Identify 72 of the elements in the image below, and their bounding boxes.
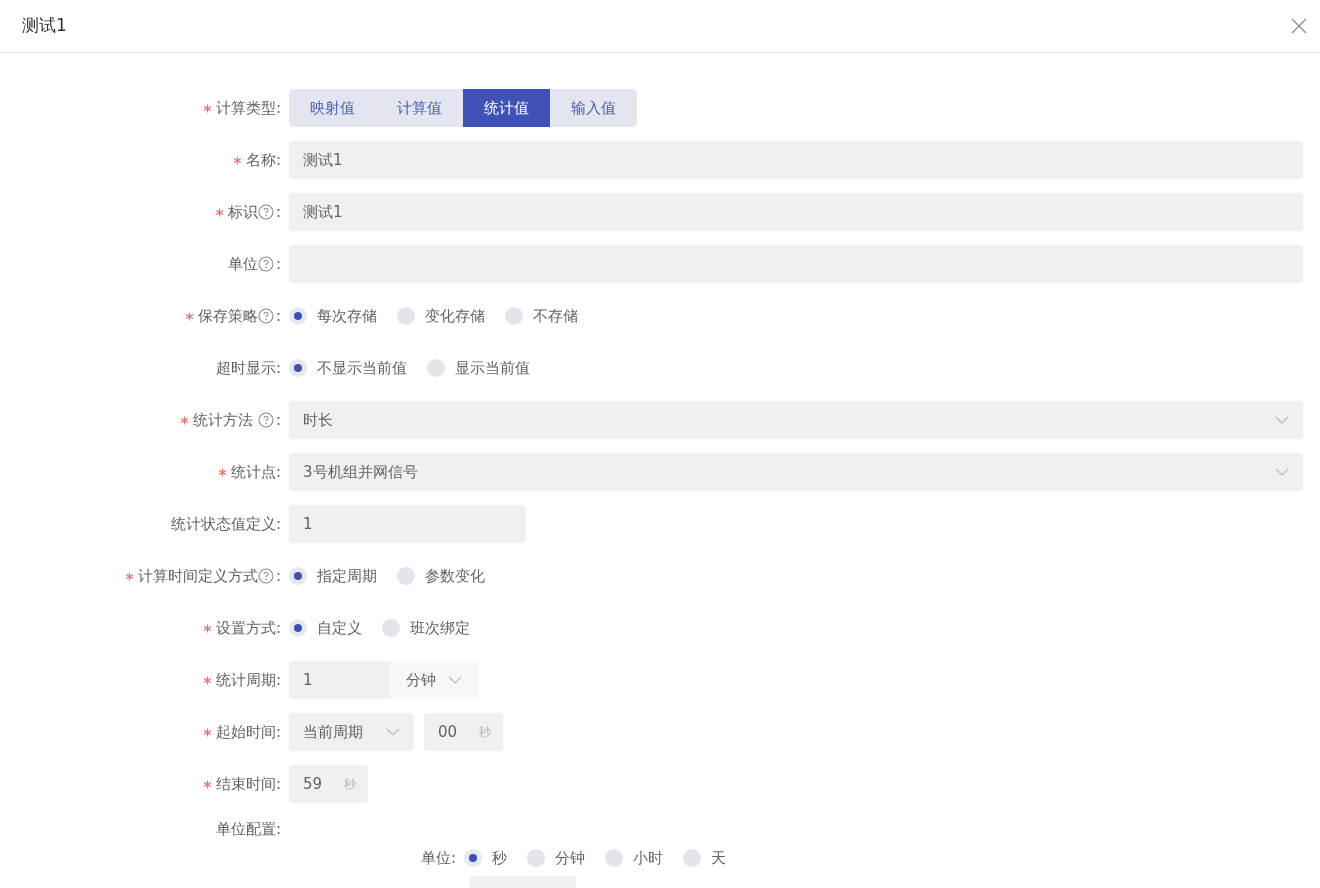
radio-button[interactable] [683,849,702,868]
label-colon: : [275,565,281,587]
radio-label[interactable]: 班次绑定 [410,616,470,640]
field-label: 名称: [245,149,281,171]
field-label: 单位配置: [215,819,281,840]
unit-label: 单位: [421,848,457,869]
chevron-down-icon [1275,468,1289,476]
input-field[interactable]: 测试1 [289,141,1303,179]
input-field[interactable]: 1 [289,661,389,699]
select-field[interactable]: 时长 [289,401,1303,439]
seconds-input[interactable]: 00 秒 [424,713,503,751]
radio-label[interactable]: 显示当前值 [455,356,530,380]
radio-label[interactable]: 小时 [633,847,664,870]
close-icon[interactable] [1291,18,1307,34]
radio-button[interactable] [397,307,415,325]
label-colon: : [275,305,281,327]
radio-label[interactable]: 自定义 [317,616,362,640]
dialog-title: 测试1 [22,14,67,38]
radio-button[interactable] [382,619,400,637]
radio-button[interactable] [427,359,445,377]
segment-tab[interactable]: 映射值 [289,89,376,127]
select-field[interactable]: 当前周期 [289,713,414,751]
chevron-down-icon [448,676,462,684]
radio-button[interactable] [397,567,415,585]
segment-tab[interactable]: 计算值 [376,89,463,127]
segment-tab[interactable]: 输入值 [550,89,637,127]
chevron-down-icon [1275,416,1289,424]
field-label: 超时显示: [215,357,281,379]
field-label: 结束时间: [215,773,281,795]
field-label: 计算时间定义方式 [137,565,258,587]
help-icon[interactable] [257,568,274,584]
help-icon[interactable] [257,256,274,272]
field-label: 统计周期: [215,669,281,691]
seconds-input[interactable]: 59 秒 [289,765,368,803]
radio-label[interactable]: 每次存储 [317,304,377,328]
radio-label[interactable]: 不显示当前值 [317,356,407,380]
radio-label[interactable]: 分钟 [555,847,586,870]
label-colon: : [275,201,281,223]
label-colon: : [275,409,281,431]
radio-button[interactable] [289,619,307,637]
field-label: 统计状态值定义: [170,513,281,535]
field-label: 保存策略 [197,305,258,327]
segment-tab[interactable]: 统计值 [463,89,550,127]
radio-label[interactable]: 天 [711,847,727,870]
field-label: 起始时间: [215,721,281,743]
select-field[interactable]: 3号机组并网信号 [289,453,1303,491]
radio-button[interactable] [505,307,523,325]
radio-button[interactable] [605,849,624,868]
radio-label[interactable]: 秒 [492,847,508,870]
input-field[interactable]: 测试1 [289,193,1303,231]
field-label: 统计方法 [193,409,255,431]
radio-label[interactable]: 变化存储 [425,304,485,328]
radio-button[interactable] [289,307,307,325]
radio-button[interactable] [527,849,546,868]
label-colon: : [275,253,281,275]
field-label: 设置方式: [215,617,281,639]
radio-button[interactable] [289,567,307,585]
radio-button[interactable] [464,849,483,868]
help-icon[interactable] [257,412,274,428]
help-icon[interactable] [257,204,274,220]
unit-select[interactable]: 分钟 [389,661,479,699]
input-field[interactable]: 1 [289,505,526,543]
field-label: 标识 [227,201,258,223]
help-icon[interactable] [257,308,274,324]
radio-button[interactable] [289,359,307,377]
field-label: 统计点: [230,461,281,483]
field-label: 单位 [227,253,258,275]
radio-label[interactable]: 参数变化 [425,564,485,588]
radio-label[interactable]: 不存储 [533,304,578,328]
field-label: 计算类型: [215,97,281,119]
radio-label[interactable]: 指定周期 [317,564,377,588]
chevron-down-icon [386,728,400,736]
